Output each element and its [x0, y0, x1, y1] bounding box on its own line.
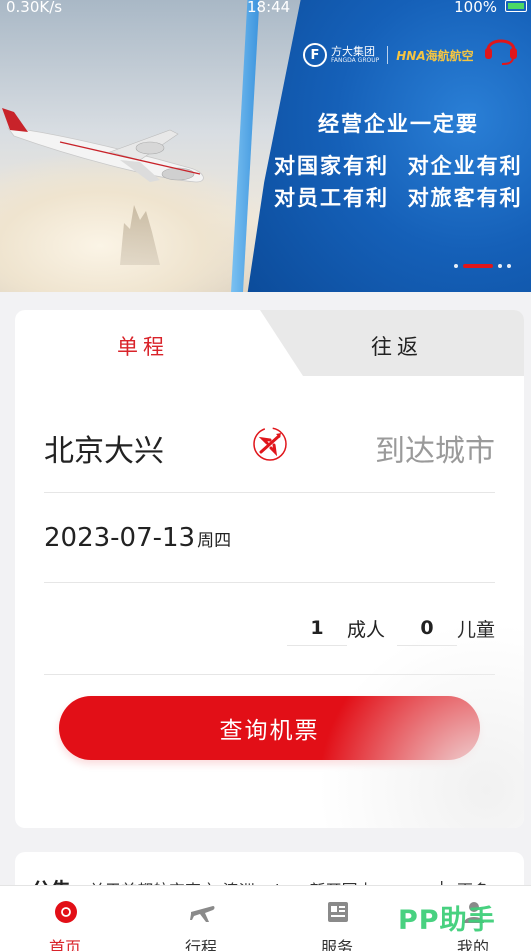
- promo-banner[interactable]: 0.30K/s 18:44 100% F 方大集团 FANGDA GROUP H…: [0, 0, 531, 292]
- carousel-dot-active[interactable]: [463, 264, 493, 268]
- swap-cities-icon[interactable]: [251, 425, 289, 463]
- nav-home[interactable]: 首页: [20, 886, 110, 951]
- network-speed: 0.30K/s: [6, 0, 63, 16]
- nav-itinerary[interactable]: 行程: [156, 886, 246, 951]
- search-flights-button[interactable]: 查询机票: [59, 696, 480, 760]
- nav-service-label: 服务: [320, 938, 353, 951]
- plane-icon: [190, 906, 215, 922]
- watermark: PP助手: [398, 905, 496, 936]
- customer-service-icon[interactable]: [482, 30, 520, 66]
- slogan-line-2: 对国家有利 对企业有利: [274, 154, 523, 178]
- status-bar: 0.30K/s 18:44 100%: [0, 0, 531, 18]
- passenger-selector: 1 成人 0 儿童: [286, 615, 495, 648]
- nav-itinerary-label: 行程: [184, 938, 217, 951]
- carousel-dot[interactable]: [454, 264, 458, 268]
- tab-round-trip-label[interactable]: 往返: [371, 331, 423, 361]
- flight-search-card: 单程 往返 北京大兴 到达城市 2023-07-13 周四 1 成人 0 儿童 查…: [15, 310, 524, 828]
- brand-logos: F 方大集团 FANGDA GROUP HNA海航航空: [303, 42, 474, 68]
- nav-home-label: 首页: [48, 938, 81, 951]
- home-icon: [55, 901, 77, 923]
- departure-date: 2023-07-13: [44, 523, 196, 553]
- fangda-brand: 方大集团 FANGDA GROUP: [331, 44, 380, 64]
- logo-divider: [387, 46, 389, 64]
- departure-date-field[interactable]: 2023-07-13 周四: [44, 523, 231, 553]
- weekday: 周四: [197, 531, 232, 551]
- airplane-image: [2, 108, 204, 183]
- divider: [44, 492, 495, 493]
- nav-service[interactable]: 服务: [292, 886, 382, 951]
- departure-city[interactable]: 北京大兴: [44, 426, 164, 470]
- arrival-city-field[interactable]: 到达城市: [375, 426, 495, 470]
- slogan-line-3: 对员工有利 对旅客有利: [274, 186, 523, 210]
- clock: 18:44: [247, 0, 291, 16]
- battery-percent: 100%: [454, 0, 497, 16]
- divider: [44, 674, 495, 675]
- service-icon: [328, 902, 348, 922]
- carousel-dot[interactable]: [498, 264, 502, 268]
- hna-brand: HNA海航航空: [396, 48, 474, 63]
- divider: [44, 582, 495, 583]
- adult-count-field[interactable]: 1: [286, 617, 347, 646]
- child-label: 儿童: [456, 619, 495, 641]
- adult-label: 成人: [346, 619, 385, 641]
- tab-one-way-label[interactable]: 单程: [117, 331, 169, 361]
- slogan-line-1: 经营企业一定要: [318, 112, 479, 136]
- trip-type-tabs: 单程 往返: [15, 310, 524, 376]
- carousel-indicator[interactable]: [454, 264, 511, 268]
- battery-icon: [505, 0, 527, 12]
- carousel-dot[interactable]: [507, 264, 511, 268]
- fangda-logo-icon: F: [303, 43, 327, 67]
- child-count-field[interactable]: 0: [396, 617, 457, 646]
